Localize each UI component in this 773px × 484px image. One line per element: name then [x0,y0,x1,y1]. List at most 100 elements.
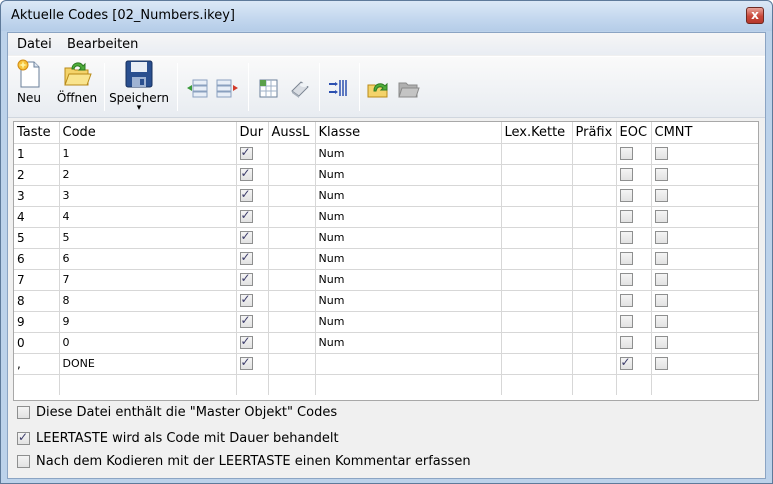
eoc-checkbox[interactable] [619,314,633,328]
dur-checkbox[interactable] [239,229,253,244]
praefix-cell[interactable] [572,290,617,312]
dur-checkbox[interactable] [239,145,253,160]
taste-cell[interactable]: 8 [14,290,60,312]
space-duration-checkbox[interactable] [17,430,30,445]
code-cell[interactable]: DONE [59,353,237,375]
space-duration-option[interactable]: LEERTASTE wird als Code mit Dauer behand… [17,430,339,446]
table-row[interactable]: 11 Num [14,143,758,165]
dur-checkbox[interactable] [239,187,253,202]
praefix-cell[interactable] [572,185,617,207]
code-cell[interactable]: 9 [59,311,237,333]
col-header-dur[interactable]: Dur [236,122,269,144]
taste-cell[interactable]: 9 [14,311,60,333]
lex-kette-cell[interactable] [501,290,573,312]
code-cell[interactable]: 1 [59,143,237,165]
eraser-icon[interactable] [288,77,312,99]
cmnt-checkbox[interactable] [654,356,668,370]
lex-kette-cell[interactable] [501,353,573,375]
praefix-cell[interactable] [572,143,617,165]
praefix-cell[interactable] [572,248,617,270]
cmnt-checkbox[interactable] [654,272,668,286]
col-header-taste[interactable]: Taste [14,122,60,144]
taste-cell[interactable]: 6 [14,248,60,270]
dur-checkbox[interactable] [239,334,253,349]
taste-cell[interactable]: 4 [14,206,60,228]
code-cell[interactable]: 5 [59,227,237,249]
aussl-cell[interactable] [268,185,316,207]
praefix-cell[interactable] [572,269,617,291]
lex-kette-cell[interactable] [501,332,573,354]
cmnt-checkbox[interactable] [654,209,668,223]
master-object-option[interactable]: Diese Datei enthält die "Master Objekt" … [17,405,337,420]
praefix-cell[interactable] [572,164,617,186]
cmnt-checkbox[interactable] [654,314,668,328]
title-bar[interactable]: Aktuelle Codes [02_Numbers.ikey] x [1,1,772,31]
klasse-cell[interactable]: Num [315,248,502,270]
table-row[interactable]: 77 Num [14,269,758,291]
code-cell[interactable]: 8 [59,290,237,312]
klasse-cell[interactable]: Num [315,332,502,354]
menu-bearbeiten[interactable]: Bearbeiten [67,37,138,52]
praefix-cell[interactable] [572,353,617,375]
klasse-cell[interactable] [315,353,502,375]
klasse-cell[interactable]: Num [315,227,502,249]
lex-kette-cell[interactable] [501,248,573,270]
table-grid-icon[interactable] [256,77,280,99]
space-comment-option[interactable]: Nach dem Kodieren mit der LEERTASTE eine… [17,454,471,469]
aussl-cell[interactable] [268,206,316,228]
klasse-cell[interactable]: Num [315,143,502,165]
praefix-cell[interactable] [572,311,617,333]
table-row[interactable]: 99 Num [14,311,758,333]
lex-kette-cell[interactable] [501,269,573,291]
klasse-cell[interactable]: Num [315,311,502,333]
col-header-klasse[interactable]: Klasse [315,122,502,144]
aussl-cell[interactable] [268,164,316,186]
aussl-cell[interactable] [268,143,316,165]
taste-cell[interactable]: 1 [14,143,60,165]
aussl-cell[interactable] [268,311,316,333]
lex-kette-cell[interactable] [501,227,573,249]
col-header-code[interactable]: Code [59,122,237,144]
eoc-checkbox[interactable] [619,188,633,202]
open-button[interactable]: Öffnen [56,59,98,105]
klasse-cell[interactable]: Num [315,269,502,291]
lex-kette-cell[interactable] [501,206,573,228]
eoc-checkbox[interactable] [619,230,633,244]
taste-cell[interactable]: 7 [14,269,60,291]
dur-checkbox[interactable] [239,313,253,328]
col-header-praefix[interactable]: Präfix [572,122,617,144]
klasse-cell[interactable]: Num [315,185,502,207]
aussl-cell[interactable] [268,353,316,375]
save-button[interactable]: Speichern ▾ [109,59,169,113]
aussl-cell[interactable] [268,248,316,270]
table-row[interactable]: 00 Num [14,332,758,354]
dur-checkbox[interactable] [239,355,253,370]
dur-checkbox[interactable] [239,271,253,286]
col-header-lex-kette[interactable]: Lex.Kette [501,122,573,144]
col-header-aussl[interactable]: AussL [268,122,316,144]
table-row[interactable]: 44 Num [14,206,758,228]
taste-cell[interactable]: 0 [14,332,60,354]
dur-checkbox[interactable] [239,250,253,265]
code-cell[interactable]: 3 [59,185,237,207]
lex-kette-cell[interactable] [501,185,573,207]
insert-row-before-icon[interactable] [185,77,209,99]
eoc-checkbox[interactable] [619,146,633,160]
cmnt-checkbox[interactable] [654,146,668,160]
table-row[interactable]: 66 Num [14,248,758,270]
dur-checkbox[interactable] [239,166,253,181]
cmnt-checkbox[interactable] [654,230,668,244]
code-cell[interactable]: 2 [59,164,237,186]
klasse-cell[interactable]: Num [315,206,502,228]
taste-cell[interactable]: 3 [14,185,60,207]
table-row[interactable]: , DONE [14,353,758,375]
eoc-checkbox[interactable] [619,293,633,307]
folder-arrow-icon[interactable] [366,77,390,99]
aussl-cell[interactable] [268,332,316,354]
klasse-cell[interactable]: Num [315,164,502,186]
taste-cell[interactable]: 2 [14,164,60,186]
table-row[interactable]: 88 Num [14,290,758,312]
code-cell[interactable]: 0 [59,332,237,354]
dur-checkbox[interactable] [239,208,253,223]
cmnt-checkbox[interactable] [654,188,668,202]
